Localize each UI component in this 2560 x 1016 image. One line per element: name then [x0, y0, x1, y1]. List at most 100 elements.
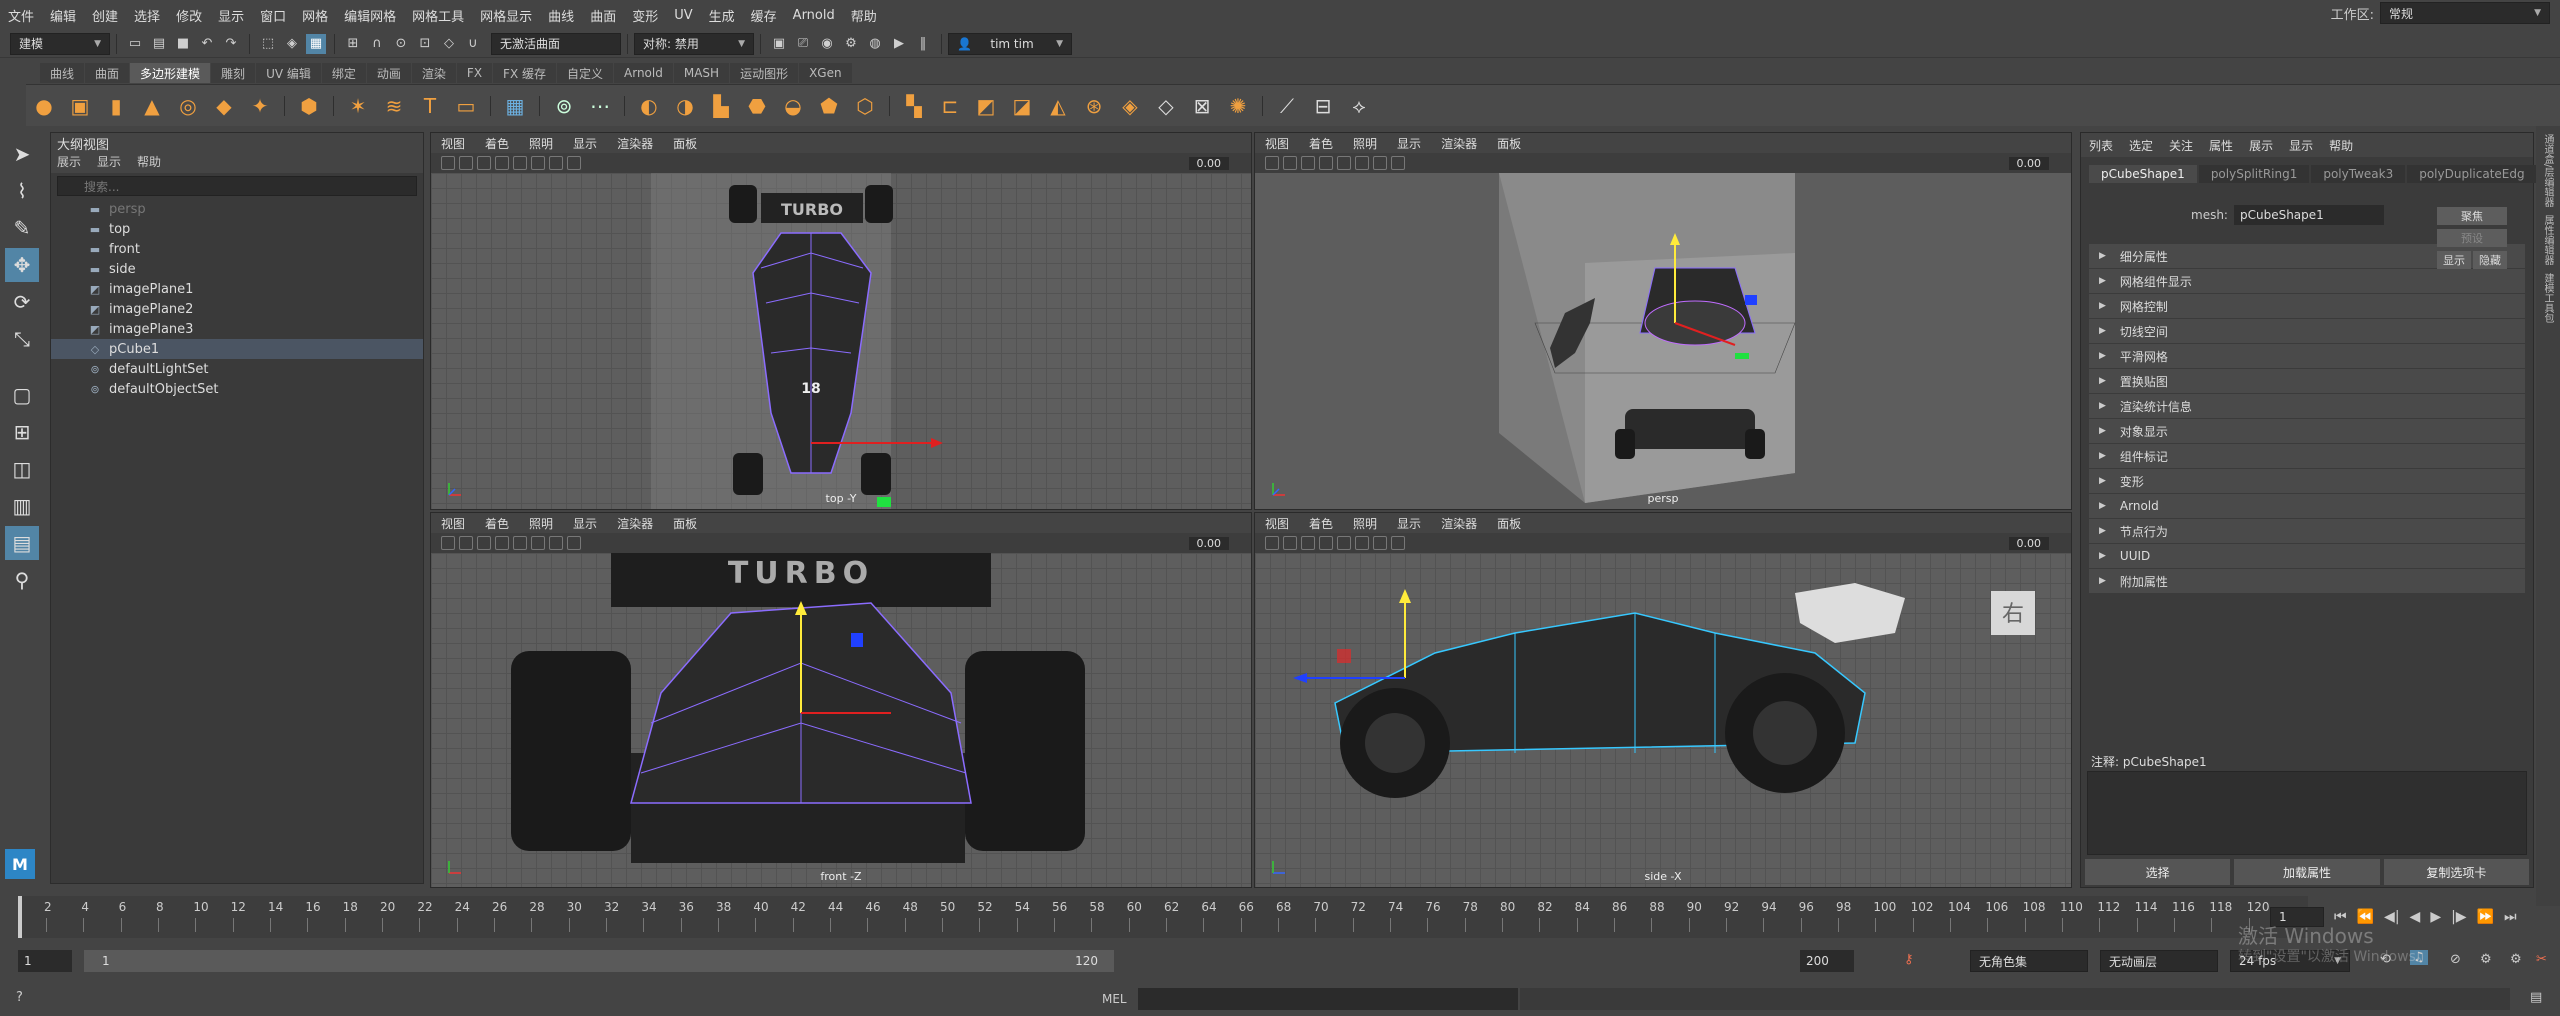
preferences-icon[interactable]: ⚙	[2510, 952, 2522, 967]
viewport-menu-item[interactable]: 渲染器	[607, 515, 663, 532]
pause-icon[interactable]: ‖	[913, 34, 933, 54]
step-forward-key-icon[interactable]: ⏩	[2477, 909, 2494, 925]
menu-item[interactable]: 帮助	[843, 6, 885, 25]
shelf-tab[interactable]: XGen	[799, 63, 852, 83]
attr-menu-item[interactable]: 属性	[2209, 137, 2233, 154]
viewport-menu-item[interactable]: 照明	[519, 515, 563, 532]
show-button[interactable]: 显示	[2437, 251, 2471, 269]
camera-icon[interactable]	[1265, 536, 1279, 550]
viewport-menu-item[interactable]: 面板	[1487, 515, 1531, 532]
menu-item[interactable]: 网格工具	[404, 6, 472, 25]
attr-section[interactable]: ▶ Arnold	[2089, 494, 2525, 518]
outliner-item[interactable]: ◩ imagePlane1	[51, 279, 423, 299]
isolate-icon[interactable]	[1373, 536, 1387, 550]
symmetry-dropdown[interactable]: 对称: 禁用 ▼	[634, 32, 754, 55]
shelf-tab[interactable]: 多边形建模	[130, 63, 211, 83]
uv-editor-icon[interactable]: ⟋	[1272, 91, 1302, 121]
hypershade-icon[interactable]: ◍	[865, 34, 885, 54]
outliner-item[interactable]: ⊚ defaultLightSet	[51, 359, 423, 379]
viewport-menu-item[interactable]: 视图	[431, 135, 475, 152]
shaded-icon[interactable]	[495, 156, 509, 170]
menu-item[interactable]: 缓存	[743, 6, 785, 25]
outliner-item[interactable]: ◩ imagePlane3	[51, 319, 423, 339]
attr-section[interactable]: ▶ 网格组件显示	[2089, 269, 2525, 293]
preset-button[interactable]: 预设	[2437, 229, 2507, 247]
render-frame-icon[interactable]: ⎚	[793, 34, 813, 54]
viewport-menu-item[interactable]: 显示	[563, 135, 607, 152]
attr-bottom-button[interactable]: 选择	[2085, 859, 2231, 885]
outliner-menu-item[interactable]: 显示	[97, 153, 121, 173]
bridge-icon[interactable]: ⊏	[935, 91, 965, 121]
two-pane-icon[interactable]: ◫	[5, 452, 39, 486]
menu-item[interactable]: 网格显示	[472, 6, 540, 25]
viewport-menu-item[interactable]: 视图	[431, 515, 475, 532]
four-pane-icon[interactable]: ⊞	[5, 415, 39, 449]
auto-map-icon[interactable]: ⟡	[1344, 91, 1374, 121]
viewport-menu-item[interactable]: 照明	[1343, 135, 1387, 152]
snap-point-icon[interactable]: ⊙	[391, 34, 411, 54]
isolate-icon[interactable]	[549, 156, 563, 170]
camera-icon[interactable]	[441, 156, 455, 170]
open-scene-icon[interactable]: ▤	[149, 34, 169, 54]
torus-icon[interactable]: ◎	[173, 91, 203, 121]
extract-icon[interactable]: ⬟	[814, 91, 844, 121]
outliner-item[interactable]: ◇ pCube1	[51, 339, 423, 359]
attr-menu-item[interactable]: 选定	[2129, 137, 2153, 154]
menu-item[interactable]: 创建	[84, 6, 126, 25]
menu-item[interactable]: Arnold	[785, 8, 843, 23]
sphere-icon[interactable]: ●	[29, 91, 59, 121]
save-scene-icon[interactable]: ■	[173, 34, 193, 54]
xray-icon[interactable]	[567, 156, 581, 170]
search-icon[interactable]: ⚲	[5, 563, 39, 597]
attr-menu-item[interactable]: 列表	[2089, 137, 2113, 154]
play-back-icon[interactable]: ◀	[2410, 909, 2421, 925]
viewport-menu-item[interactable]: 渲染器	[1431, 135, 1487, 152]
mirror-icon[interactable]: ◒	[778, 91, 808, 121]
menu-item[interactable]: 显示	[210, 6, 252, 25]
attr-bottom-button[interactable]: 加载属性	[2234, 859, 2380, 885]
fill-hole-icon[interactable]: ◪	[1007, 91, 1037, 121]
viewport-front[interactable]: 视图 着色 照明 显示 渲染器 面板 0.00 TURBO front -Z	[430, 512, 1252, 888]
attr-section[interactable]: ▶ 组件标记	[2089, 444, 2525, 468]
shaded-icon[interactable]	[495, 536, 509, 550]
outliner-layout-icon[interactable]: ▥	[5, 489, 39, 523]
attr-section[interactable]: ▶ 置换贴图	[2089, 369, 2525, 393]
attr-tab[interactable]: pCubeShape1	[2089, 165, 2197, 183]
attr-menu-item[interactable]: 关注	[2169, 137, 2193, 154]
viewport-menu-item[interactable]: 渲染器	[607, 135, 663, 152]
side-tab[interactable]: 属性编辑器	[2540, 215, 2555, 265]
arnold-render-icon[interactable]: ▶	[889, 34, 909, 54]
xray-icon[interactable]	[1391, 536, 1405, 550]
grid-icon[interactable]	[459, 156, 473, 170]
menu-item[interactable]: 变形	[624, 6, 666, 25]
shelf-tab[interactable]: 自定义	[557, 63, 614, 83]
lasso-tool-icon[interactable]: ⌇	[5, 174, 39, 208]
mesh-field[interactable]: pCubeShape1	[2233, 205, 2384, 225]
notes-textarea[interactable]	[2087, 771, 2527, 855]
shaded-icon[interactable]	[1319, 156, 1333, 170]
side-tab[interactable]: 建模工具包	[2540, 273, 2555, 323]
settings-icon[interactable]: ⚙	[2480, 952, 2492, 967]
auto-key-icon[interactable]: ⚷	[1904, 952, 1914, 967]
attr-tab[interactable]: polySplitRing1	[2198, 165, 2310, 183]
type-tool-icon[interactable]: T	[415, 91, 445, 121]
attr-tab[interactable]: polyDuplicateEdg	[2407, 165, 2537, 183]
gamma-value[interactable]: 0.00	[1188, 156, 1229, 170]
viewport-menu-item[interactable]: 视图	[1255, 515, 1299, 532]
workspace-dropdown[interactable]: 常规 ▼	[2380, 2, 2550, 24]
side-tab[interactable]: 通道盒/层编辑器	[2540, 134, 2555, 207]
collapse-icon[interactable]: ◈	[1115, 91, 1145, 121]
viewport-menu-item[interactable]: 面板	[663, 135, 707, 152]
snap-view-icon[interactable]: ⊡	[415, 34, 435, 54]
poke-icon[interactable]: ⊠	[1187, 91, 1217, 121]
light-icon[interactable]	[513, 156, 527, 170]
viewport-menu-item[interactable]: 面板	[663, 515, 707, 532]
user-dropdown[interactable]: 👤 tim tim ▼	[948, 32, 1072, 55]
viewport-menu-item[interactable]: 面板	[1487, 135, 1531, 152]
menu-item[interactable]: 修改	[168, 6, 210, 25]
viewport-menu-item[interactable]: 显示	[563, 515, 607, 532]
attr-section[interactable]: ▶ UUID	[2089, 544, 2525, 568]
multi-cut-icon[interactable]: ≋	[379, 91, 409, 121]
viewport-persp[interactable]: 视图 着色 照明 显示 渲染器 面板 0.00 persp	[1254, 132, 2072, 510]
attr-section[interactable]: ▶ 变形	[2089, 469, 2525, 493]
